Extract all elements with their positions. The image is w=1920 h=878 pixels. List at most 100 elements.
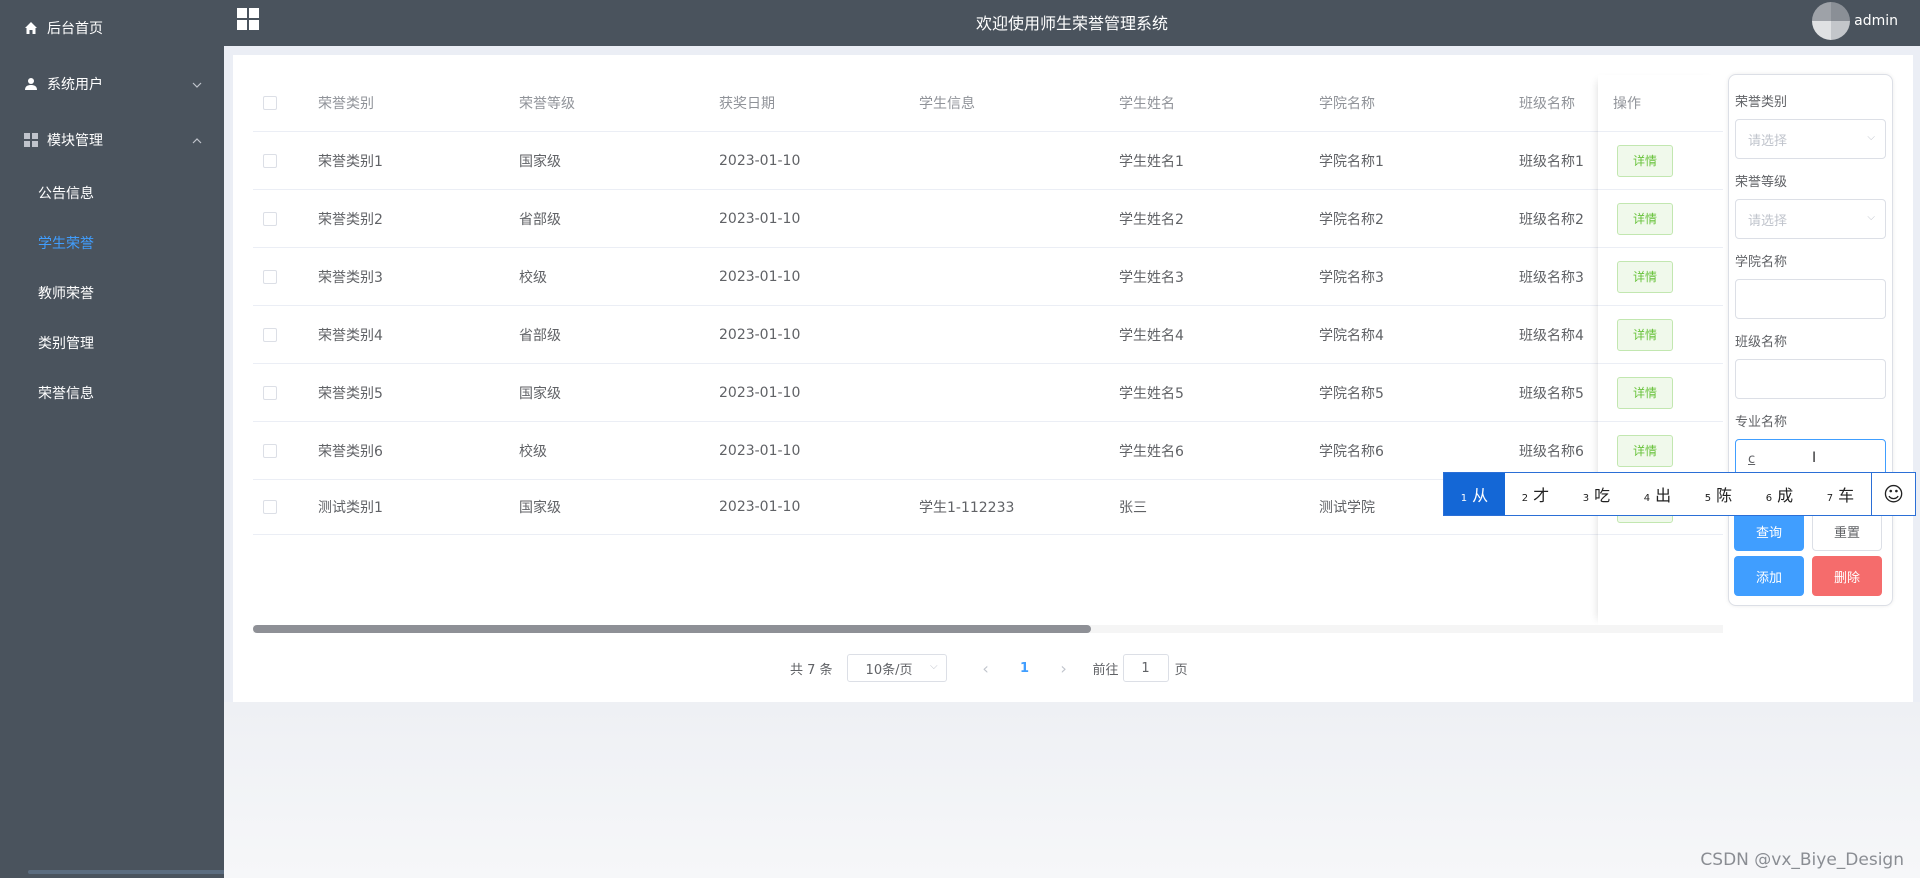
next-page-button[interactable]: ›	[1049, 659, 1079, 678]
top-header: 欢迎使用师生荣誉管理系统 admin	[224, 0, 1920, 46]
table-cell-date: 2023-01-10	[719, 268, 801, 285]
chevron-up-icon	[192, 132, 202, 148]
sidebar-item-system-users[interactable]: 系统用户	[0, 56, 224, 112]
table-cell-level: 国家级	[519, 500, 561, 516]
ime-candidate[interactable]: 7车	[1810, 473, 1871, 515]
grid-icon	[24, 133, 38, 147]
query-button[interactable]: 查询	[1734, 511, 1804, 551]
college-label: 学院名称	[1735, 255, 1788, 270]
sidebar-subitem-label: 学生荣誉	[38, 236, 94, 252]
table-cell-college: 测试学院	[1319, 500, 1375, 516]
ime-candidate[interactable]: 3吃	[1566, 473, 1627, 515]
sidebar-subitem-label: 公告信息	[38, 186, 94, 202]
table-cell-college: 学院名称6	[1319, 443, 1384, 460]
ime-candidate-number: 1	[1460, 492, 1468, 504]
sidebar-subitem-teacher-honors[interactable]: 教师荣誉	[0, 268, 224, 318]
goto-page-value: 1	[1141, 660, 1150, 676]
table-cell-college: 学院名称3	[1319, 269, 1384, 286]
chevron-down-icon	[192, 76, 202, 92]
table-cell-date: 2023-01-10	[719, 442, 801, 459]
column-header: 学生姓名	[1119, 96, 1175, 112]
horizontal-scrollbar[interactable]	[253, 625, 1723, 633]
category-placeholder: 请选择	[1748, 133, 1788, 149]
sidebar-subitem-category-management[interactable]: 类别管理	[0, 318, 224, 368]
emoji-icon[interactable]: ☺	[1871, 473, 1915, 515]
sidebar: 后台首页 系统用户 模块管理 公告信息 学生荣誉 教师荣誉 类别管理 荣誉信息	[0, 0, 224, 878]
add-button[interactable]: 添加	[1734, 556, 1804, 596]
ime-candidate-bar: 1 从 2 才 3 吃 4 出 5 陈 6 成 7 车 ☺	[1443, 472, 1916, 516]
category-select[interactable]: 请选择 ⌵	[1735, 119, 1886, 159]
category-label: 荣誉类别	[1735, 95, 1788, 110]
level-label: 荣誉等级	[1735, 175, 1788, 190]
table-cell-student-name: 学生姓名6	[1119, 443, 1184, 460]
page-number-current[interactable]: 1	[1001, 661, 1049, 676]
table-cell-class: 班级名称1	[1519, 153, 1584, 170]
page-size-value: 10条/页	[865, 662, 913, 678]
level-select[interactable]: 请选择 ⌵	[1735, 199, 1886, 239]
select-all-checkbox[interactable]	[263, 96, 277, 110]
sidebar-subitem-announcements[interactable]: 公告信息	[0, 168, 224, 218]
home-icon	[24, 21, 38, 35]
background-area	[224, 702, 1920, 878]
filter-panel: 荣誉类别 请选择 ⌵ 荣誉等级 请选择 ⌵ 学院名称 班级名称 专业名称 c I…	[1728, 74, 1893, 606]
sidebar-subitem-student-honors[interactable]: 学生荣誉	[0, 218, 224, 268]
ime-candidate-number: 4	[1643, 492, 1651, 504]
table-cell-level: 国家级	[519, 385, 561, 402]
table-row: 荣誉类别4 省部级 2023-01-10 学生姓名4 学院名称4 班级名称4 详情	[253, 306, 1723, 364]
ime-candidate[interactable]: 5陈	[1688, 473, 1749, 515]
text-cursor-icon: I	[1812, 450, 1817, 466]
sidebar-subitem-label: 类别管理	[38, 336, 94, 352]
table-cell-student-name: 张三	[1119, 500, 1147, 516]
pagination: 共 7 条 10条/页 ⌵ ‹ 1 › 前往 1 页	[790, 654, 1188, 682]
table-cell-college: 学院名称5	[1319, 385, 1384, 402]
sidebar-item-label: 系统用户	[47, 77, 103, 93]
table-row: 荣誉类别2 省部级 2023-01-10 学生姓名2 学院名称2 班级名称2 详情	[253, 190, 1723, 248]
table-cell-student-info: 学生1-112233	[919, 500, 1015, 516]
ime-candidate-number: 7	[1826, 492, 1834, 504]
table-cell-date: 2023-01-10	[719, 152, 801, 169]
row-checkbox[interactable]	[263, 327, 277, 342]
row-checkbox[interactable]	[263, 153, 277, 168]
table-cell-level: 国家级	[519, 153, 561, 170]
page-size-select[interactable]: 10条/页 ⌵	[846, 654, 947, 682]
row-checkbox[interactable]	[263, 385, 277, 400]
sidebar-subitem-honor-info[interactable]: 荣誉信息	[0, 368, 224, 418]
ime-candidate-char: 出	[1655, 486, 1672, 505]
table-row: 荣誉类别5 国家级 2023-01-10 学生姓名5 学院名称5 班级名称5 详情	[253, 364, 1723, 422]
goto-page-input[interactable]: 1	[1122, 654, 1169, 682]
major-input-value: c	[1748, 451, 1756, 467]
table-cell-class: 班级名称4	[1519, 327, 1584, 344]
ime-candidate[interactable]: 1从	[1444, 473, 1505, 515]
table-cell-date: 2023-01-10	[719, 326, 801, 343]
column-header: 荣誉类别	[318, 96, 374, 112]
table-cell-level: 省部级	[519, 211, 561, 228]
ime-candidate-number: 5	[1704, 492, 1712, 504]
ime-candidate[interactable]: 2才	[1505, 473, 1566, 515]
avatar[interactable]	[1812, 2, 1850, 40]
college-input[interactable]	[1735, 279, 1886, 319]
sidebar-item-label: 后台首页	[47, 21, 103, 37]
table-cell-class: 班级名称6	[1519, 443, 1584, 460]
class-label: 班级名称	[1735, 335, 1788, 350]
row-checkbox[interactable]	[263, 211, 277, 226]
chevron-down-icon: ⌵	[1867, 212, 1875, 223]
username[interactable]: admin	[1854, 13, 1898, 29]
class-input[interactable]	[1735, 359, 1886, 399]
ime-candidate[interactable]: 6成	[1749, 473, 1810, 515]
table-cell-level: 校级	[519, 269, 547, 286]
scrollbar-thumb[interactable]	[253, 625, 1091, 633]
ime-candidate-char: 陈	[1716, 486, 1733, 505]
row-checkbox[interactable]	[263, 269, 277, 284]
sidebar-item-label: 模块管理	[47, 133, 103, 149]
table-cell-class: 班级名称2	[1519, 211, 1584, 228]
row-checkbox[interactable]	[263, 443, 277, 458]
ime-candidate[interactable]: 4出	[1627, 473, 1688, 515]
reset-button[interactable]: 重置	[1812, 511, 1882, 551]
delete-button[interactable]: 删除	[1812, 556, 1882, 596]
prev-page-button[interactable]: ‹	[971, 659, 1001, 678]
ime-candidate-number: 2	[1521, 492, 1529, 504]
sidebar-item-home[interactable]: 后台首页	[0, 0, 224, 56]
table-cell-student-name: 学生姓名5	[1119, 385, 1184, 402]
row-checkbox[interactable]	[263, 500, 277, 514]
sidebar-item-module-management[interactable]: 模块管理	[0, 112, 224, 168]
